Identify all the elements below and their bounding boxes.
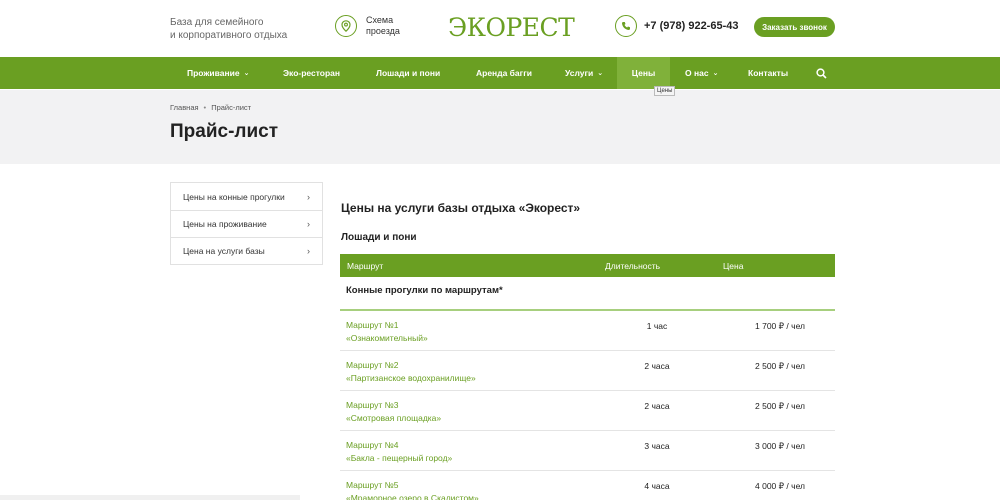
breadcrumb-separator: • (203, 103, 207, 112)
chevron-down-icon: ⌄ (597, 70, 604, 77)
price-cell: 4 000 ₽ / чел (755, 481, 805, 491)
route-scheme-label: Схема проезда (366, 15, 416, 37)
table-row: Маршрут №2 «Партизанское водохранилище» … (340, 351, 835, 391)
sidebar-item-services-prices[interactable]: Цена на услуги базы › (171, 237, 322, 264)
site-tagline: База для семейного и корпоративного отды… (170, 16, 300, 42)
nav-label: Контакты (748, 68, 789, 78)
duration-cell: 2 часа (644, 401, 670, 411)
price-cell: 2 500 ₽ / чел (755, 401, 805, 411)
route-description: «Бакла - пещерный город» (346, 452, 453, 463)
nav-item-prices[interactable]: Цены (617, 57, 670, 89)
sidebar-item-label: Цена на услуги базы (183, 246, 265, 256)
phone-number[interactable]: +7 (978) 922-65-43 (644, 20, 738, 32)
nav-label: Цены (631, 68, 656, 78)
route-name: Маршрут №1 (346, 320, 399, 330)
tagline-line1: База для семейного (170, 17, 264, 28)
sidebar-item-label: Цены на конные прогулки (183, 191, 285, 202)
scheme-line1: Схема (366, 15, 394, 25)
route-link[interactable]: Маршрут №3 «Смотровая площадка» (346, 399, 441, 424)
callback-button[interactable]: Заказать звонок (754, 17, 835, 37)
duration-cell: 3 часа (644, 441, 670, 451)
page-title: Прайс-лист (170, 121, 279, 142)
nav-item-about[interactable]: О нас ⌄ (685, 57, 718, 89)
phone-block[interactable]: +7 (978) 922-65-43 (615, 15, 738, 37)
route-scheme-link[interactable]: Схема проезда (335, 15, 416, 37)
phone-icon (615, 15, 637, 37)
page-title-band (0, 90, 1000, 164)
section-title: Лошади и пони (341, 232, 417, 243)
nav-label: Услуги (565, 68, 594, 78)
column-header-price: Цена (723, 261, 744, 271)
route-description: «Мраморное озеро в Скалистом» (346, 492, 479, 500)
column-header-route: Маршрут (347, 261, 384, 271)
route-name: Маршрут №4 (346, 440, 399, 450)
chevron-down-icon: ⌄ (712, 70, 719, 77)
duration-cell: 4 часа (644, 481, 670, 491)
table-group-row: Конные прогулки по маршрутам* (340, 277, 835, 311)
nav-label: Лошади и пони (376, 68, 441, 78)
nav-item-services[interactable]: Услуги ⌄ (565, 57, 603, 89)
route-description: «Ознакомительный» (346, 332, 428, 343)
chevron-right-icon: › (307, 246, 310, 256)
route-name: Маршрут №2 (346, 360, 399, 370)
route-description: «Смотровая площадка» (346, 412, 442, 423)
map-pin-icon (335, 15, 357, 37)
price-cell: 3 000 ₽ / чел (755, 441, 805, 451)
table-row: Маршрут №5 «Мраморное озеро в Скалистом»… (340, 471, 835, 500)
table-row: Маршрут №4 «Бакла - пещерный город» 3 ча… (340, 431, 835, 471)
site-header: База для семейного и корпоративного отды… (0, 0, 1000, 57)
nav-item-horses[interactable]: Лошади и пони (376, 57, 440, 89)
nav-label: Аренда багги (476, 68, 532, 78)
breadcrumb-home[interactable]: Главная (170, 103, 199, 112)
chevron-right-icon: › (307, 191, 310, 202)
nav-item-buggy-rent[interactable]: Аренда багги (476, 57, 532, 89)
chevron-down-icon: ⌄ (243, 70, 250, 77)
nav-item-eco-restaurant[interactable]: Эко-ресторан (283, 57, 340, 89)
duration-cell: 2 часа (644, 361, 670, 371)
route-link[interactable]: Маршрут №4 «Бакла - пещерный город» (346, 439, 452, 464)
table-header: Маршрут Длительность Цена (340, 254, 835, 277)
site-logo[interactable]: ЭКОРЕСТ (446, 8, 575, 46)
table-row: Маршрут №1 «Ознакомительный» 1 час 1 700… (340, 311, 835, 351)
breadcrumb-current: Прайс-лист (211, 103, 252, 112)
group-title: Конные прогулки по маршрутам* (346, 285, 503, 296)
route-link[interactable]: Маршрут №2 «Партизанское водохранилище» (346, 359, 476, 384)
nav-label: О нас (685, 68, 709, 78)
table-row: Маршрут №3 «Смотровая площадка» 2 часа 2… (340, 391, 835, 431)
route-name: Маршрут №5 (346, 480, 399, 490)
nav-label: Проживание (187, 68, 240, 78)
sidebar-item-label: Цены на проживание (183, 219, 267, 229)
duration-cell: 1 час (646, 321, 668, 331)
scrollbar-track (0, 495, 300, 500)
chevron-right-icon: › (307, 219, 310, 229)
price-cell: 2 500 ₽ / чел (755, 361, 805, 371)
nav-tooltip: Цены (654, 86, 676, 96)
nav-label: Эко-ресторан (283, 68, 341, 78)
breadcrumb: Главная • Прайс-лист (170, 103, 251, 112)
main-nav: Проживание ⌄ Эко-ресторан Лошади и пони А… (0, 57, 1000, 89)
route-name: Маршрут №3 (346, 400, 399, 410)
route-link[interactable]: Маршрут №1 «Ознакомительный» (346, 319, 428, 344)
price-cell: 1 700 ₽ / чел (755, 321, 805, 331)
content-title: Цены на услуги базы отдыха «Экорест» (341, 201, 581, 215)
search-icon[interactable] (816, 68, 827, 79)
price-table: Маршрут Длительность Цена Конные прогулк… (340, 254, 835, 500)
column-header-duration: Длительность (605, 261, 661, 271)
sidebar-menu: Цены на конные прогулки › Цены на прожив… (170, 182, 323, 265)
sidebar-item-accommodation-prices[interactable]: Цены на проживание › (171, 210, 322, 237)
route-description: «Партизанское водохранилище» (346, 372, 476, 383)
tagline-line2: и корпоративного отдыха (170, 30, 288, 41)
logo-text: ЭКОРЕСТ (448, 12, 575, 42)
route-link[interactable]: Маршрут №5 «Мраморное озеро в Скалистом» (346, 479, 479, 500)
sidebar-item-horse-prices[interactable]: Цены на конные прогулки › (171, 183, 322, 210)
nav-item-contacts[interactable]: Контакты (748, 57, 788, 89)
nav-item-accommodation[interactable]: Проживание ⌄ (187, 57, 249, 89)
scheme-line2: проезда (366, 26, 400, 36)
